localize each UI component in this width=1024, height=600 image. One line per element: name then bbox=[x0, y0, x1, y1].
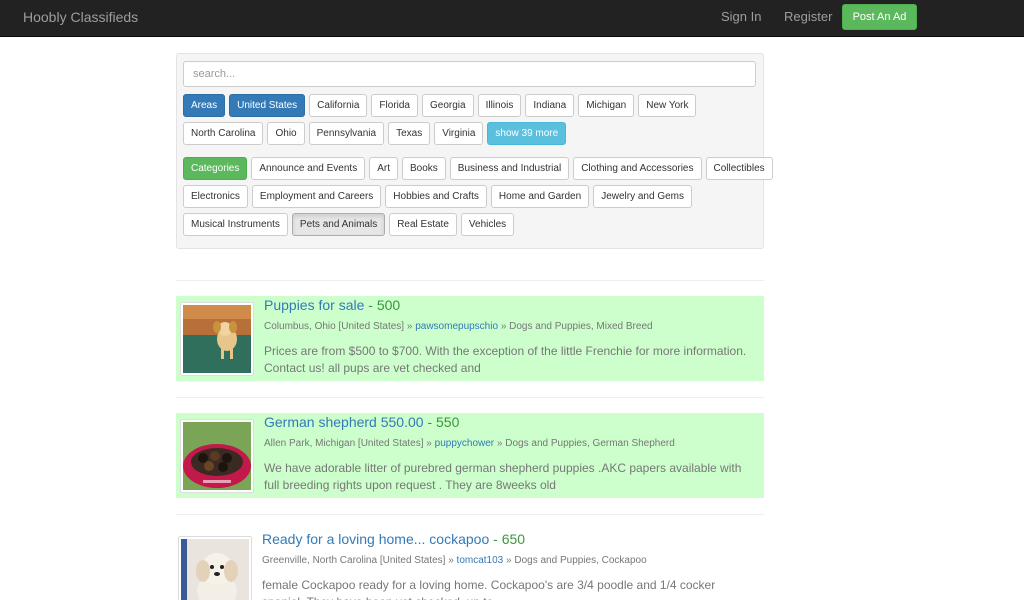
listing-user-link[interactable]: tomcat103 bbox=[457, 555, 504, 566]
area-tag[interactable]: Ohio bbox=[267, 122, 305, 145]
area-tag[interactable]: North Carolina bbox=[183, 122, 264, 145]
area-tag[interactable]: Georgia bbox=[422, 94, 474, 117]
listing-title-line: Ready for a loving home... cockapoo - 65… bbox=[262, 531, 525, 547]
area-tag[interactable]: Illinois bbox=[477, 94, 522, 117]
category-tag[interactable]: Home and Garden bbox=[490, 185, 590, 208]
category-tag[interactable]: Clothing and Accessories bbox=[573, 157, 702, 180]
listing-description: female Cockapoo ready for a loving home.… bbox=[262, 578, 716, 600]
listing-item: German shepherd 550.00 - 550 Allen Park,… bbox=[176, 413, 764, 498]
cockapoo-photo-icon bbox=[181, 539, 249, 600]
listing-category: » Dogs and Puppies, Mixed Breed bbox=[500, 321, 653, 332]
divider bbox=[176, 280, 764, 281]
brand-link[interactable]: Hoobly Classifieds bbox=[23, 9, 138, 25]
listing-price: - 500 bbox=[364, 297, 401, 313]
search-input[interactable] bbox=[183, 61, 756, 87]
category-tag-selected[interactable]: Pets and Animals bbox=[291, 213, 386, 236]
listing-user-link[interactable]: puppychower bbox=[435, 438, 494, 449]
listing-thumbnail[interactable] bbox=[180, 419, 254, 493]
listing-description: We have adorable litter of purebred germ… bbox=[264, 461, 742, 492]
divider bbox=[176, 514, 764, 515]
category-tag[interactable]: Business and Industrial bbox=[449, 157, 570, 180]
register-link[interactable]: Register bbox=[784, 9, 832, 24]
listing-item: Ready for a loving home... cockapoo - 65… bbox=[176, 530, 764, 600]
listing-title-line: Puppies for sale - 500 bbox=[264, 297, 400, 313]
listing-title-link[interactable]: German shepherd 550.00 bbox=[264, 414, 424, 430]
listing-title-link[interactable]: Puppies for sale bbox=[264, 297, 364, 313]
listing-location: Greenville, North Carolina [United State… bbox=[262, 555, 454, 566]
category-tag[interactable]: Vehicles bbox=[460, 213, 515, 236]
top-navbar: Hoobly Classifieds Sign In Register Post… bbox=[0, 0, 1024, 37]
category-tag[interactable]: Real Estate bbox=[389, 213, 457, 236]
categories-row-1: Categories Announce and Events Art Books… bbox=[183, 157, 777, 180]
categories-row-2: Electronics Employment and Careers Hobbi… bbox=[183, 185, 696, 208]
areas-row-2: North Carolina Ohio Pennsylvania Texas V… bbox=[183, 122, 570, 145]
area-tag[interactable]: Texas bbox=[388, 122, 431, 145]
area-tag[interactable]: Pennsylvania bbox=[308, 122, 385, 145]
category-tag[interactable]: Hobbies and Crafts bbox=[385, 185, 487, 208]
listing-thumbnail[interactable] bbox=[180, 302, 254, 376]
category-tag[interactable]: Books bbox=[402, 157, 446, 180]
listing-user-link[interactable]: pawsomepupschio bbox=[415, 321, 498, 332]
area-tag[interactable]: Virginia bbox=[434, 122, 484, 145]
categories-label-button[interactable]: Categories bbox=[183, 157, 248, 180]
category-tag[interactable]: Art bbox=[369, 157, 398, 180]
listing-location: Columbus, Ohio [United States] » bbox=[264, 321, 413, 332]
listing-location: Allen Park, Michigan [United States] » bbox=[264, 438, 432, 449]
categories-row-3: Musical Instruments Pets and Animals Rea… bbox=[183, 213, 518, 236]
area-tag[interactable]: Michigan bbox=[578, 94, 635, 117]
category-tag[interactable]: Employment and Careers bbox=[251, 185, 382, 208]
listing-item: Puppies for sale - 500 Columbus, Ohio [U… bbox=[176, 296, 764, 381]
area-tag[interactable]: Indiana bbox=[525, 94, 575, 117]
listing-description: Prices are from $500 to $700. With the e… bbox=[264, 344, 747, 375]
sign-in-link[interactable]: Sign In bbox=[721, 9, 761, 24]
area-tag[interactable]: New York bbox=[638, 94, 697, 117]
areas-label-button[interactable]: Areas bbox=[183, 94, 226, 117]
listing-title-line: German shepherd 550.00 - 550 bbox=[264, 414, 459, 430]
listing-meta: Greenville, North Carolina [United State… bbox=[262, 555, 647, 566]
divider bbox=[176, 397, 764, 398]
listing-meta: Allen Park, Michigan [United States] » p… bbox=[264, 438, 675, 449]
category-tag[interactable]: Collectibles bbox=[705, 157, 773, 180]
filter-panel: Areas United States California Florida G… bbox=[176, 53, 773, 249]
area-tag[interactable]: California bbox=[309, 94, 368, 117]
puppies-in-pool-photo-icon bbox=[183, 422, 251, 490]
listing-price: - 650 bbox=[489, 531, 526, 547]
listing-title-link[interactable]: Ready for a loving home... cockapoo bbox=[262, 531, 489, 547]
puppy-photo-icon bbox=[183, 305, 251, 373]
listing-thumbnail[interactable] bbox=[178, 536, 252, 600]
areas-row-1: Areas United States California Florida G… bbox=[183, 94, 700, 117]
listing-meta: Columbus, Ohio [United States] » pawsome… bbox=[264, 321, 653, 332]
listing-price: - 550 bbox=[423, 414, 460, 430]
category-tag[interactable]: Musical Instruments bbox=[183, 213, 288, 236]
category-tag[interactable]: Announce and Events bbox=[251, 157, 366, 180]
area-tag[interactable]: United States bbox=[229, 94, 306, 117]
listing-category: » Dogs and Puppies, Cockapoo bbox=[506, 555, 647, 566]
listing-category: » Dogs and Puppies, German Shepherd bbox=[496, 438, 675, 449]
category-tag[interactable]: Electronics bbox=[183, 185, 248, 208]
category-tag[interactable]: Jewelry and Gems bbox=[593, 185, 692, 208]
show-more-areas-button[interactable]: show 39 more bbox=[487, 122, 567, 145]
area-tag[interactable]: Florida bbox=[371, 94, 418, 117]
post-ad-button[interactable]: Post An Ad bbox=[842, 4, 917, 30]
